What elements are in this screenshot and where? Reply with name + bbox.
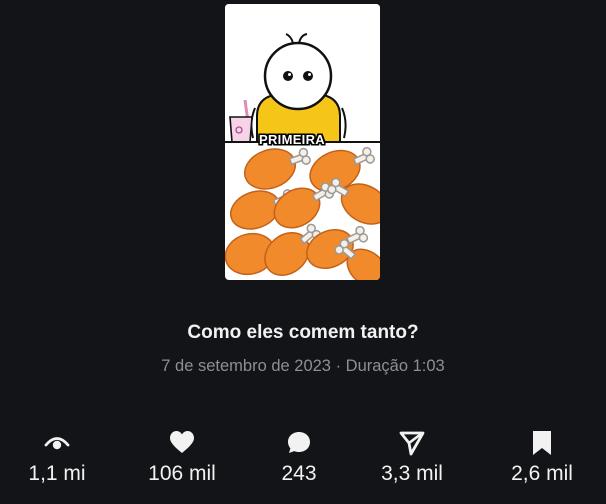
views-count: 1,1 mi: [28, 462, 86, 485]
comment-icon[interactable]: [244, 430, 354, 456]
likes-stat[interactable]: 106 mil: [127, 430, 237, 486]
eye-icon: [2, 430, 112, 456]
video-info-screen: PRIMEIRA Como eles comem tanto? 7 de set…: [0, 0, 606, 504]
thumbnail-caption: PRIMEIRA: [259, 132, 325, 147]
views-stat: 1,1 mi: [2, 430, 112, 486]
share-icon[interactable]: [357, 430, 467, 456]
saves-count: 2,6 mil: [511, 462, 573, 485]
comments-stat[interactable]: 243: [244, 430, 354, 486]
video-thumbnail[interactable]: PRIMEIRA: [225, 4, 380, 280]
shares-stat[interactable]: 3,3 mil: [357, 430, 467, 486]
shares-count: 3,3 mil: [381, 462, 443, 485]
comments-count: 243: [281, 462, 317, 485]
video-title: Como eles comem tanto?: [187, 322, 419, 343]
heart-icon[interactable]: [127, 430, 237, 456]
video-meta: 7 de setembro de 2023 · Duração 1:03: [161, 357, 445, 375]
bookmark-icon[interactable]: [487, 430, 597, 456]
stats-bar: 1,1 mi 106 mil 243 3,3 mil 2,6 mil: [0, 430, 606, 496]
likes-count: 106 mil: [148, 462, 216, 485]
saves-stat[interactable]: 2,6 mil: [487, 430, 597, 486]
